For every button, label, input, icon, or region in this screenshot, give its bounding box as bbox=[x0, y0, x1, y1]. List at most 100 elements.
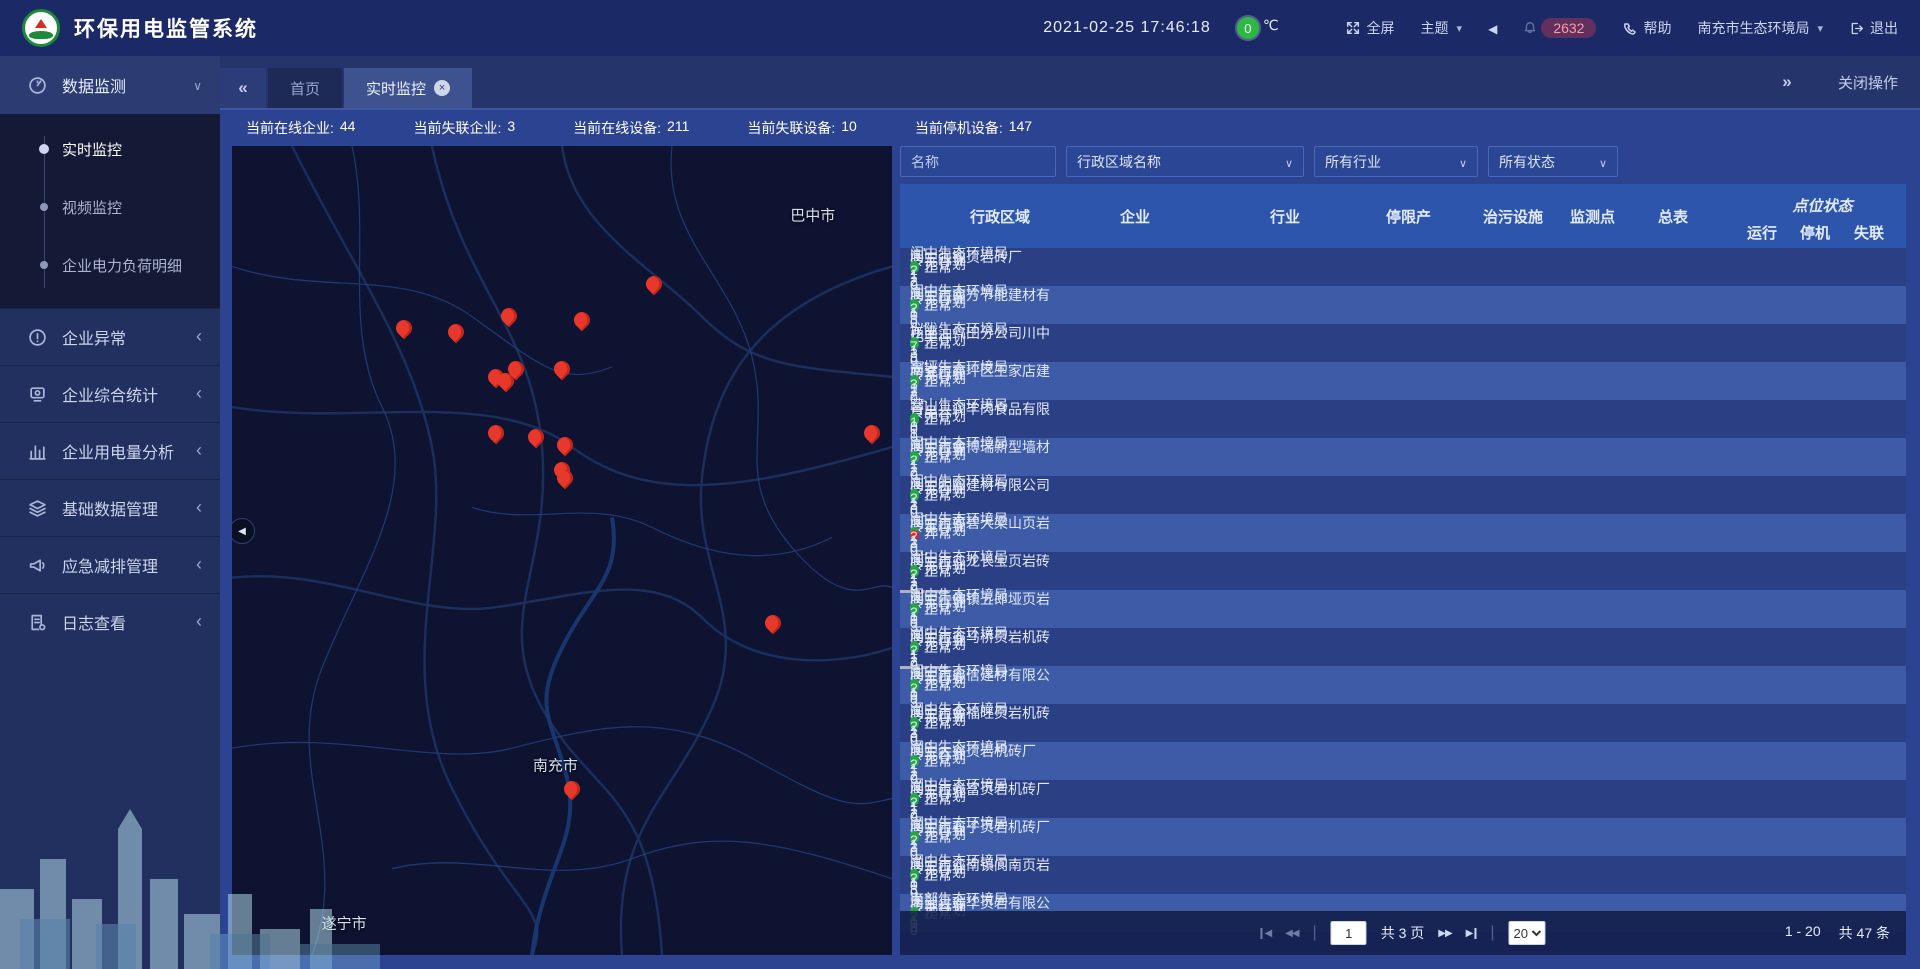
next-page-button[interactable] bbox=[1438, 928, 1451, 939]
logout-button[interactable]: 退出 bbox=[1849, 18, 1898, 38]
sidebar-item-power-load-detail[interactable]: 企业电力负荷明细 bbox=[0, 236, 220, 294]
col-stop: 停机 bbox=[1792, 222, 1846, 243]
page-range-label: 1 - 20 bbox=[1785, 923, 1821, 943]
close-operations-button[interactable]: 关闭操作 bbox=[1838, 72, 1898, 93]
submenu-item-label: 视频监控 bbox=[62, 197, 122, 218]
megaphone-icon bbox=[28, 556, 48, 575]
alert-circle-icon bbox=[28, 328, 48, 347]
theme-dropdown[interactable]: 主题 bbox=[1421, 18, 1463, 38]
org-dropdown[interactable]: 南充市生态环境局 bbox=[1697, 18, 1823, 38]
stat-label: 当前在线企业: bbox=[246, 118, 334, 138]
stat-label: 当前失联企业: bbox=[413, 118, 501, 138]
notification-count: 2632 bbox=[1541, 18, 1596, 38]
log-document-icon bbox=[28, 613, 48, 632]
stat-item: 当前在线设备: 211 bbox=[573, 118, 689, 138]
tab-label: 首页 bbox=[290, 78, 320, 99]
industry-filter-value: 所有行业 bbox=[1325, 152, 1381, 172]
chevron-left-icon bbox=[196, 614, 202, 630]
stat-value: 147 bbox=[1009, 118, 1032, 138]
map-city-label: 南充市 bbox=[533, 754, 578, 775]
col-meters: 总表 bbox=[1648, 206, 1739, 227]
bar-chart-icon bbox=[28, 442, 48, 461]
last-page-button[interactable] bbox=[1466, 928, 1477, 939]
map-panel[interactable]: 巴中市 南充市 遂宁市 bbox=[232, 146, 892, 955]
tabs-scroll-right-button[interactable] bbox=[1764, 62, 1810, 102]
col-region: 行政区域 bbox=[960, 206, 1110, 227]
map-city-label: 巴中市 bbox=[790, 204, 835, 225]
region-filter-select[interactable]: 行政区域名称 bbox=[1066, 146, 1304, 177]
sidebar-item-realtime-monitor[interactable]: 实时监控 bbox=[0, 120, 220, 178]
previous-page-button[interactable] bbox=[1285, 928, 1298, 939]
temperature-unit: ℃ bbox=[1263, 17, 1279, 34]
stat-label: 当前停机设备: bbox=[915, 118, 1003, 138]
sidebar-item-power-analysis[interactable]: 企业用电量分析 bbox=[0, 422, 220, 479]
sidebar-item-label: 日志查看 bbox=[62, 610, 126, 634]
close-tab-icon[interactable] bbox=[434, 80, 450, 96]
stat-item: 当前停机设备: 147 bbox=[915, 118, 1032, 138]
sidebar-item-enterprise-statistics[interactable]: 企业综合统计 bbox=[0, 365, 220, 422]
submenu-item-label: 实时监控 bbox=[62, 139, 122, 160]
mute-button[interactable] bbox=[1488, 20, 1497, 36]
col-industry: 行业 bbox=[1260, 206, 1376, 227]
datetime: 2021-02-25 17:46:18 bbox=[1043, 19, 1211, 37]
menu-dot-icon bbox=[40, 261, 48, 269]
sidebar-item-label: 企业用电量分析 bbox=[62, 439, 174, 463]
sidebar-item-log-view[interactable]: 日志查看 bbox=[0, 593, 220, 650]
sidebar-item-base-data[interactable]: 基础数据管理 bbox=[0, 479, 220, 536]
sidebar-item-emergency-reduction[interactable]: 应急减排管理 bbox=[0, 536, 220, 593]
chevron-down-icon bbox=[1587, 154, 1607, 170]
app-logo-icon bbox=[22, 9, 60, 47]
page-input[interactable] bbox=[1331, 921, 1367, 945]
chevron-down-icon bbox=[1273, 154, 1293, 170]
layers-icon bbox=[28, 499, 48, 518]
status-filter-value: 所有状态 bbox=[1499, 152, 1555, 172]
stat-label: 当前在线设备: bbox=[573, 118, 661, 138]
notification-button[interactable]: 2632 bbox=[1523, 18, 1596, 38]
theme-label: 主题 bbox=[1421, 18, 1449, 38]
map-city-label: 遂宁市 bbox=[322, 912, 367, 933]
top-bar: 环保用电监管系统 2021-02-25 17:46:18 0 ℃ 全屏 主题 2… bbox=[0, 0, 1920, 56]
stat-value: 44 bbox=[340, 118, 356, 138]
tab-label: 实时监控 bbox=[366, 78, 426, 99]
table-panel: 行政区域名称 所有行业 所有状态 bbox=[900, 146, 1906, 955]
status-filter-select[interactable]: 所有状态 bbox=[1488, 146, 1618, 177]
temperature-badge: 0 bbox=[1237, 17, 1259, 39]
stats-bar: 当前在线企业: 44 当前失联企业: 3 当前在线设备: 211 当前失联设备:… bbox=[232, 110, 1906, 146]
table-header: 行政区域 企业 行业 停限产 治污设施 监测点 总表 点位状态 运行 停机 失联 bbox=[900, 184, 1906, 248]
sidebar-item-label: 基础数据管理 bbox=[62, 496, 158, 520]
org-label: 南充市生态环境局 bbox=[1697, 18, 1809, 38]
col-group-point-status: 点位状态 bbox=[1739, 195, 1906, 216]
help-button[interactable]: 帮助 bbox=[1622, 18, 1671, 38]
filter-bar: 行政区域名称 所有行业 所有状态 bbox=[900, 146, 1906, 178]
fullscreen-button[interactable]: 全屏 bbox=[1345, 18, 1395, 38]
col-company: 企业 bbox=[1110, 206, 1260, 227]
region-filter-value: 行政区域名称 bbox=[1077, 152, 1161, 172]
sidebar-item-video-monitor[interactable]: 视频监控 bbox=[0, 178, 220, 236]
fullscreen-icon bbox=[1345, 20, 1361, 36]
tabs-scroll-left-button[interactable] bbox=[220, 68, 266, 108]
total-records-label: 共 47 条 bbox=[1839, 923, 1890, 943]
sidebar-submenu: 实时监控 视频监控 企业电力负荷明细 bbox=[0, 114, 220, 308]
sidebar-item-label: 企业异常 bbox=[62, 325, 126, 349]
city-name: 南充市 bbox=[533, 757, 578, 774]
chevron-left-icon bbox=[196, 557, 202, 573]
table-body: 1 阆中生态环境局 阆中强锐页岩砖厂 砖瓦行业 无计划 正常 2 1 1 2 0… bbox=[900, 248, 1906, 932]
sidebar-item-enterprise-anomaly[interactable]: 企业异常 bbox=[0, 308, 220, 365]
name-filter-input[interactable] bbox=[900, 146, 1056, 177]
chevron-down-icon bbox=[193, 77, 202, 93]
tab-realtime-monitor[interactable]: 实时监控 bbox=[344, 68, 472, 108]
stat-item: 当前失联设备: 10 bbox=[747, 118, 856, 138]
sidebar: 数据监测 实时监控 视频监控 企业电力负荷明细 企业异常 bbox=[0, 56, 220, 969]
sidebar-item-data-monitoring[interactable]: 数据监测 bbox=[0, 56, 220, 114]
divider: | bbox=[1313, 924, 1317, 942]
temperature: 0 ℃ bbox=[1237, 17, 1279, 39]
help-label: 帮助 bbox=[1643, 18, 1671, 38]
page-size-select[interactable]: 20 bbox=[1509, 921, 1546, 945]
app-title: 环保用电监管系统 bbox=[74, 13, 258, 43]
stat-item: 当前失联企业: 3 bbox=[413, 118, 515, 138]
tab-home[interactable]: 首页 bbox=[268, 68, 342, 108]
first-page-button[interactable] bbox=[1260, 928, 1271, 939]
industry-filter-select[interactable]: 所有行业 bbox=[1314, 146, 1478, 177]
city-name: 巴中市 bbox=[790, 207, 835, 224]
statistics-icon bbox=[28, 385, 48, 404]
